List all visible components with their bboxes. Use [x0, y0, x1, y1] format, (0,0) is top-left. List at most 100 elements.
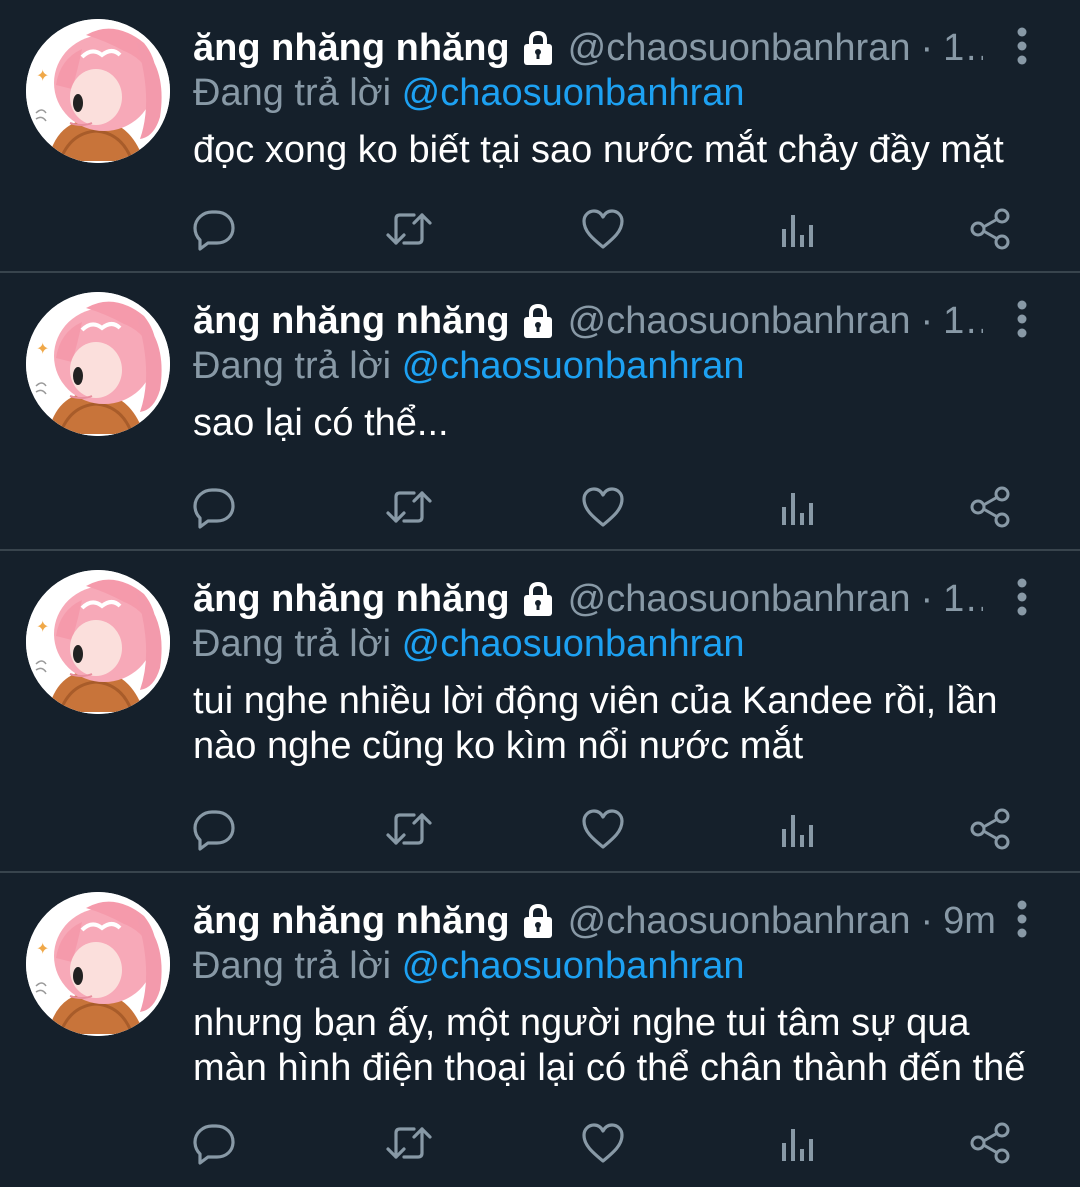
heart-icon [582, 209, 624, 249]
display-name[interactable]: ăng nhăng nhăng [193, 897, 510, 945]
views-button[interactable] [772, 1118, 822, 1168]
lock-icon [518, 901, 558, 941]
separator-dot: · [920, 300, 934, 342]
share-button[interactable] [965, 204, 1015, 254]
avatar[interactable]: ✦ [26, 19, 170, 163]
tweet[interactable]: ✦ ăng nhăng nhăng @chaosuonbanhran · 1..… [0, 551, 1080, 873]
separator-dot: · [920, 900, 934, 942]
views-icon [782, 1129, 813, 1161]
reply-button[interactable] [189, 204, 239, 254]
reply-icon [193, 488, 235, 529]
timestamp[interactable]: 1... [943, 297, 983, 345]
share-button[interactable] [965, 1118, 1015, 1168]
share-icon [970, 1122, 1010, 1164]
tweet-text: nhưng bạn ấy, một người nghe tui tâm sự … [193, 1002, 1026, 1089]
avatar[interactable]: ✦ [26, 292, 170, 436]
views-icon [782, 815, 813, 847]
reply-mention-link[interactable]: @chaosuonbanhran [402, 345, 745, 387]
views-button[interactable] [772, 482, 822, 532]
like-button[interactable] [578, 1118, 628, 1168]
tweet[interactable]: ✦ ăng nhăng nhăng @chaosuonbanhran · 1..… [0, 273, 1080, 551]
reply-icon [193, 810, 235, 851]
share-icon [970, 486, 1010, 528]
timeline: ✦ ăng nhăng nhăng @chaosuonbanhran · 1..… [0, 0, 1080, 1187]
reply-prefix: Đang trả lời [193, 945, 392, 987]
reply-prefix: Đang trả lời [193, 623, 392, 665]
display-name[interactable]: ăng nhăng nhăng [193, 24, 510, 72]
reply-prefix: Đang trả lời [193, 345, 392, 387]
reply-button[interactable] [189, 482, 239, 532]
share-button[interactable] [965, 804, 1015, 854]
more-vertical-icon[interactable] [1006, 26, 1038, 66]
reply-button[interactable] [189, 804, 239, 854]
reply-context: Đang trả lời @chaosuonbanhran [193, 70, 745, 116]
retweet-icon [386, 813, 432, 845]
views-icon [782, 493, 813, 525]
retweet-icon [386, 213, 432, 245]
avatar[interactable]: ✦ [26, 570, 170, 714]
display-name[interactable]: ăng nhăng nhăng [193, 575, 510, 623]
tweet-header: ăng nhăng nhăng @chaosuonbanhran · 9m [193, 897, 996, 945]
more-vertical-icon[interactable] [1006, 899, 1038, 939]
svg-text:✦: ✦ [36, 617, 49, 636]
retweet-icon [386, 1127, 432, 1159]
reply-context: Đang trả lời @chaosuonbanhran [193, 943, 745, 989]
reply-context: Đang trả lời @chaosuonbanhran [193, 621, 745, 667]
tweet[interactable]: ✦ ăng nhăng nhăng @chaosuonbanhran · 1..… [0, 0, 1080, 273]
tweet-actions [0, 482, 1080, 532]
svg-text:✦: ✦ [36, 339, 49, 358]
display-name[interactable]: ăng nhăng nhăng [193, 297, 510, 345]
share-button[interactable] [965, 482, 1015, 532]
like-button[interactable] [578, 204, 628, 254]
reply-button[interactable] [189, 1118, 239, 1168]
views-button[interactable] [772, 204, 822, 254]
timestamp[interactable]: 1... [943, 575, 983, 623]
retweet-button[interactable] [384, 804, 434, 854]
reply-mention-link[interactable]: @chaosuonbanhran [402, 945, 745, 987]
heart-icon [582, 809, 624, 849]
like-button[interactable] [578, 482, 628, 532]
svg-text:✦: ✦ [36, 66, 49, 85]
separator-dot: · [920, 27, 934, 69]
tweet[interactable]: ✦ ăng nhăng nhăng @chaosuonbanhran · 9m [0, 873, 1080, 1187]
views-icon [782, 215, 813, 247]
more-vertical-icon[interactable] [1006, 299, 1038, 339]
reply-mention-link[interactable]: @chaosuonbanhran [402, 72, 745, 114]
reply-icon [193, 1124, 235, 1165]
retweet-icon [386, 491, 432, 523]
share-icon [970, 208, 1010, 250]
tweet-actions [0, 804, 1080, 854]
tweet-text: đọc xong ko biết tại sao nước mắt chảy đ… [193, 129, 1004, 171]
tweet-actions [0, 204, 1080, 254]
retweet-button[interactable] [384, 1118, 434, 1168]
user-handle[interactable]: @chaosuonbanhran [568, 897, 911, 945]
svg-text:✦: ✦ [36, 939, 49, 958]
lock-icon [518, 301, 558, 341]
timestamp[interactable]: 1... [943, 24, 983, 72]
tweet-text: tui nghe nhiều lời động viên của Kandee … [193, 680, 998, 767]
reply-prefix: Đang trả lời [193, 72, 392, 114]
avatar[interactable]: ✦ [26, 892, 170, 1036]
like-button[interactable] [578, 804, 628, 854]
tweet-header: ăng nhăng nhăng @chaosuonbanhran · 1... [193, 297, 983, 345]
lock-icon [518, 579, 558, 619]
retweet-button[interactable] [384, 482, 434, 532]
views-button[interactable] [772, 804, 822, 854]
separator-dot: · [920, 578, 934, 620]
share-icon [970, 808, 1010, 850]
heart-icon [582, 1123, 624, 1163]
tweet-header: ăng nhăng nhăng @chaosuonbanhran · 1... [193, 24, 983, 72]
tweet-text: sao lại có thể... [193, 402, 449, 444]
lock-icon [518, 28, 558, 68]
retweet-button[interactable] [384, 204, 434, 254]
more-vertical-icon[interactable] [1006, 577, 1038, 617]
user-handle[interactable]: @chaosuonbanhran [568, 297, 911, 345]
user-handle[interactable]: @chaosuonbanhran [568, 575, 911, 623]
user-handle[interactable]: @chaosuonbanhran [568, 24, 911, 72]
reply-icon [193, 210, 235, 251]
tweet-header: ăng nhăng nhăng @chaosuonbanhran · 1... [193, 575, 983, 623]
heart-icon [582, 487, 624, 527]
tweet-actions [0, 1118, 1080, 1168]
reply-mention-link[interactable]: @chaosuonbanhran [402, 623, 745, 665]
timestamp[interactable]: 9m [943, 897, 996, 945]
